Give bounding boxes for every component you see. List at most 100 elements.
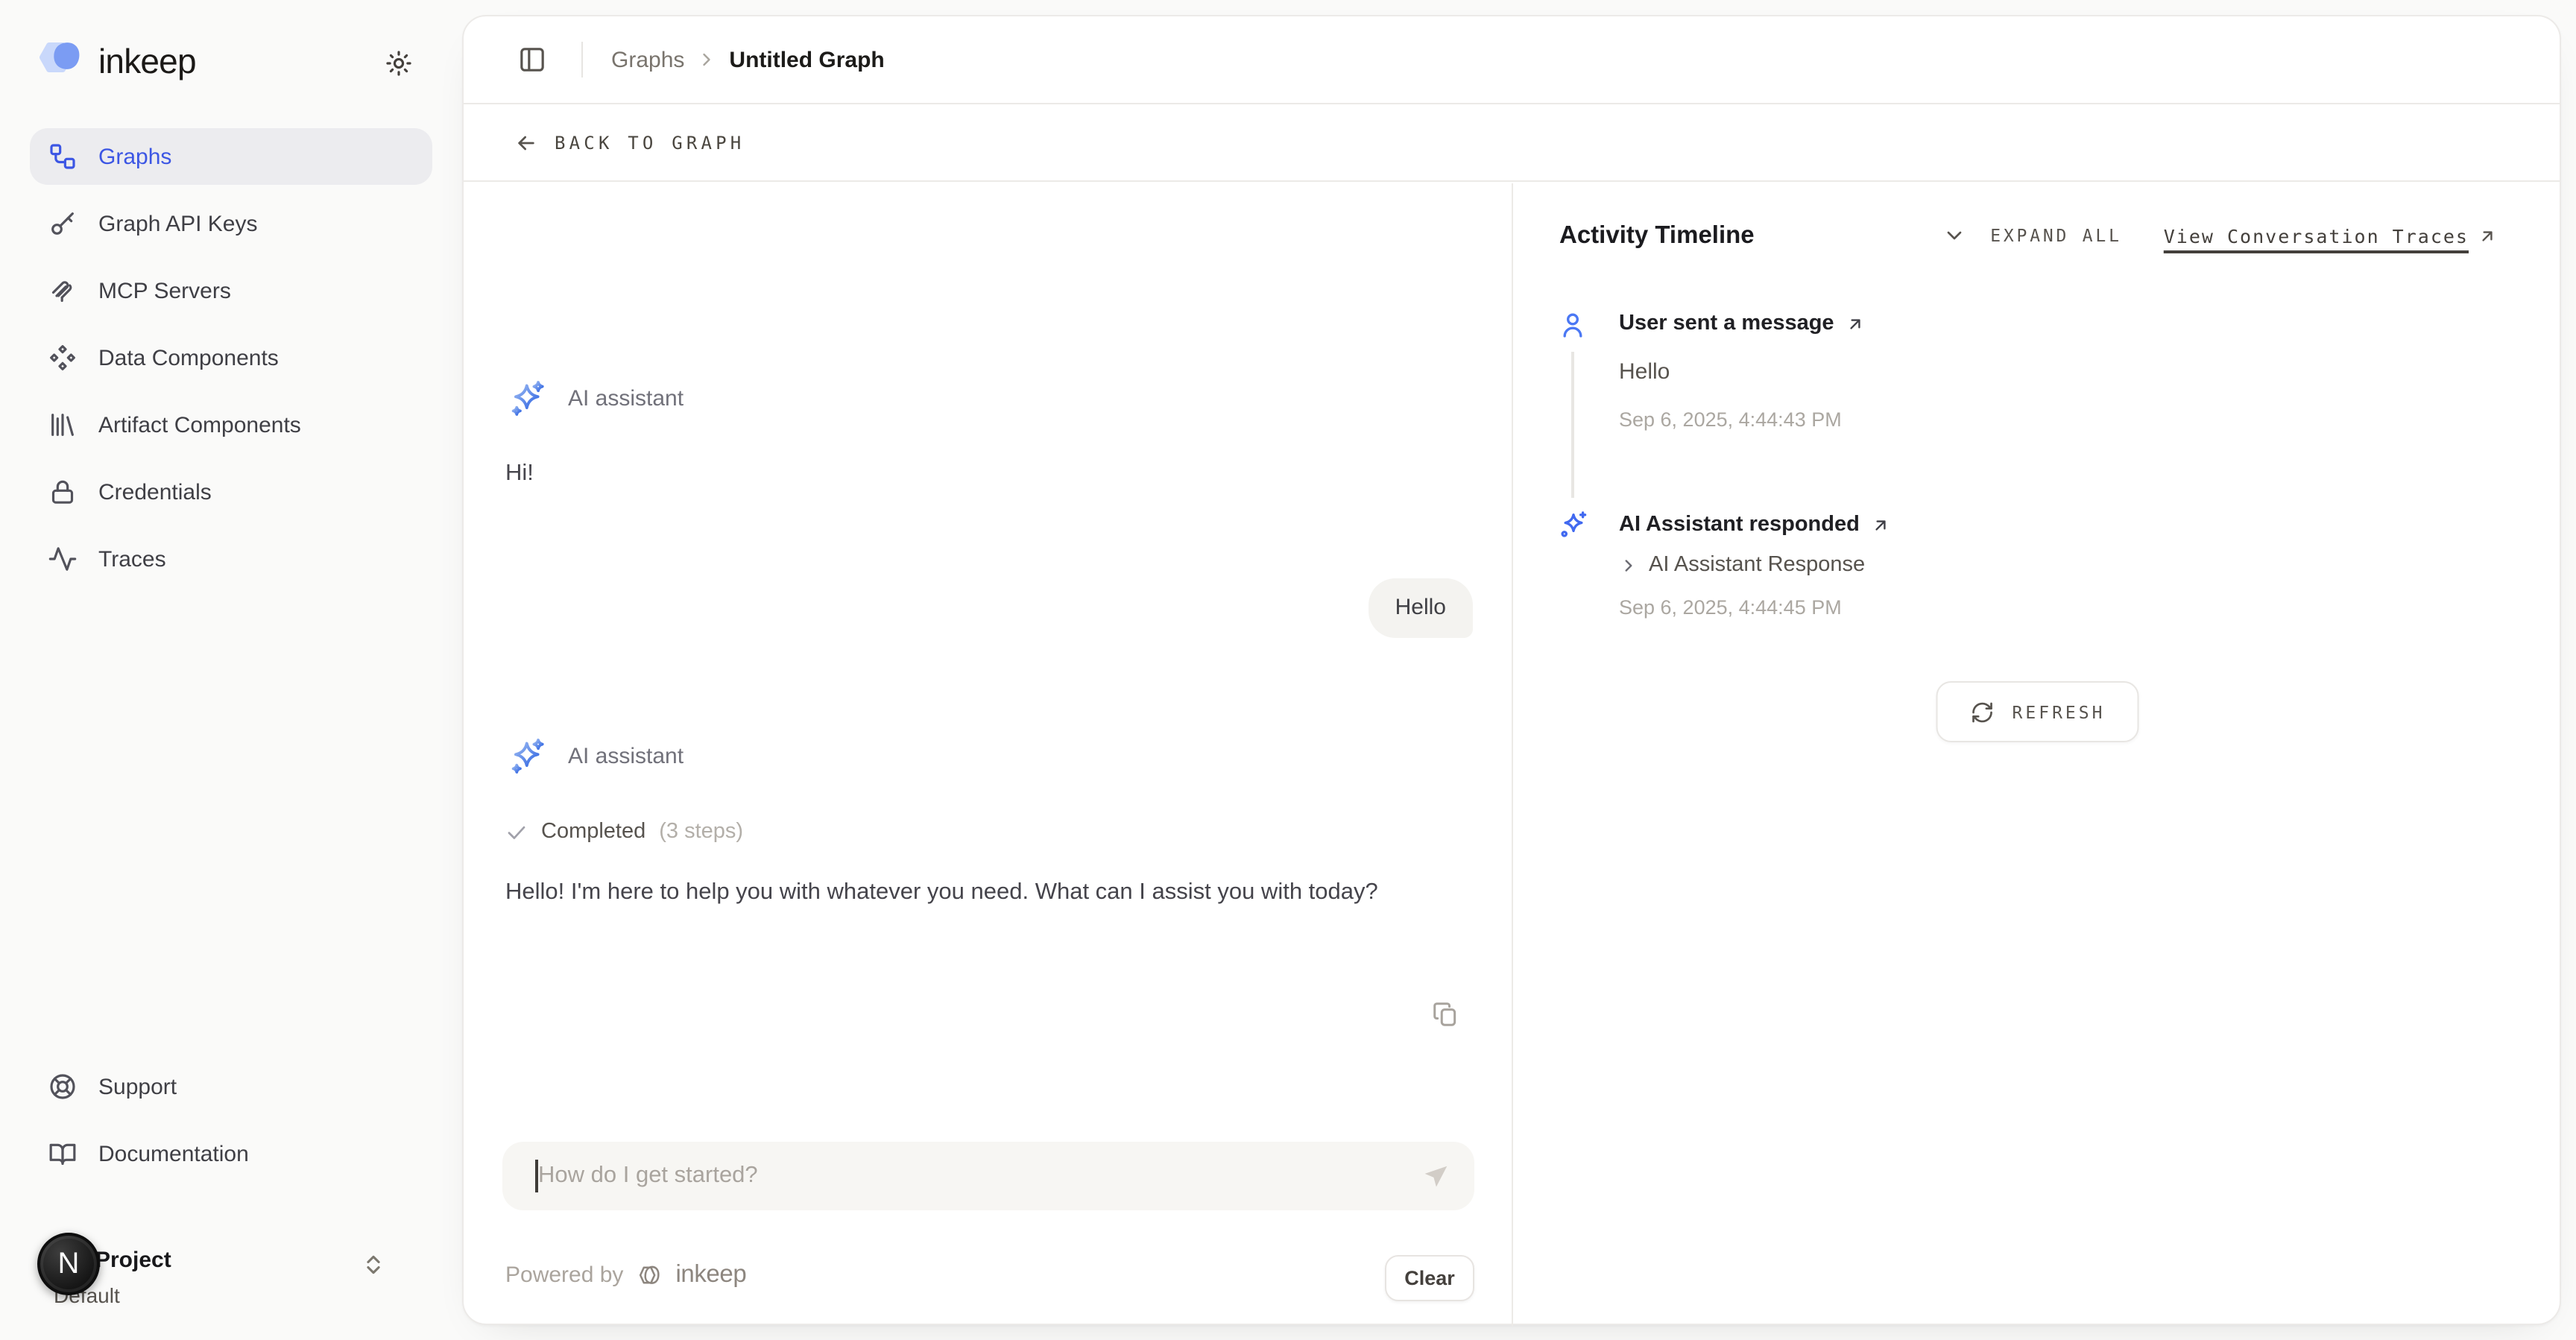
sun-icon xyxy=(384,48,412,77)
breadcrumb-header: Graphs Untitled Graph xyxy=(464,16,2560,104)
workflow-icon xyxy=(48,142,78,171)
sidebar-item-support[interactable]: Support xyxy=(30,1058,432,1115)
timeline-entry-body: Hello xyxy=(1619,359,1670,385)
user-message-bubble: Hello xyxy=(1368,578,1473,638)
inkeep-logo-text: inkeep xyxy=(98,41,196,81)
content-columns: AI assistant Hi! Hello xyxy=(464,183,2560,1327)
back-to-graph-button[interactable]: BACK TO GRAPH xyxy=(514,131,745,155)
chat-input[interactable] xyxy=(502,1142,1474,1210)
panel-left-icon xyxy=(517,45,547,75)
timeline-entry-timestamp: Sep 6, 2025, 4:44:43 PM xyxy=(1619,408,1842,431)
sidebar-item-label: Traces xyxy=(98,546,166,572)
activity-timeline-panel: Activity Timeline EXPAND ALL View Conver… xyxy=(1513,183,2563,1327)
sidebar-item-label: Graphs xyxy=(98,144,171,169)
component-icon xyxy=(48,343,78,373)
sidebar-item-traces[interactable]: Traces xyxy=(30,531,432,587)
sidebar: inkeep Graphs xyxy=(0,0,462,1340)
powered-by-brand: inkeep xyxy=(675,1261,746,1289)
clear-button[interactable]: Clear xyxy=(1385,1255,1474,1301)
sidebar-item-documentation[interactable]: Documentation xyxy=(30,1125,432,1182)
sidebar-footer: Support Documentation xyxy=(30,1058,432,1192)
sidebar-nav: Graphs Graph API Keys xyxy=(30,128,432,598)
book-open-icon xyxy=(48,1139,78,1169)
timeline-title: Activity Timeline xyxy=(1559,222,1755,250)
arrow-up-right-icon xyxy=(1846,314,1866,333)
project-label: Project xyxy=(95,1248,171,1273)
assistant-label: AI assistant xyxy=(568,386,684,411)
sparkles-avatar-icon xyxy=(508,379,549,419)
collapse-toggle-button[interactable] xyxy=(1942,224,1966,247)
assistant-message-header: AI assistant xyxy=(508,379,684,419)
expand-all-button[interactable]: EXPAND ALL xyxy=(1990,225,2122,246)
inkeep-mark-icon xyxy=(635,1261,663,1289)
completion-status[interactable]: Completed (3 steps) xyxy=(505,820,743,844)
lock-icon xyxy=(48,477,78,507)
refresh-label: REFRESH xyxy=(2012,701,2106,722)
sidebar-item-label: Artifact Components xyxy=(98,412,301,437)
expander-label: AI Assistant Response xyxy=(1649,553,1865,577)
project-switcher[interactable]: Default Project N xyxy=(0,1219,462,1312)
text-caret xyxy=(535,1160,537,1192)
sidebar-item-label: Graph API Keys xyxy=(98,211,257,236)
timeline-entry-title[interactable]: AI Assistant responded xyxy=(1619,513,1891,537)
inkeep-logo[interactable]: inkeep xyxy=(37,39,196,83)
sidebar-item-artifact-components[interactable]: Artifact Components xyxy=(30,396,432,453)
check-icon xyxy=(505,821,528,843)
arrow-up-right-icon xyxy=(1872,515,1891,534)
copy-button[interactable] xyxy=(1427,996,1462,1031)
sidebar-item-label: Documentation xyxy=(98,1141,249,1166)
sidebar-item-label: MCP Servers xyxy=(98,278,231,303)
refresh-button[interactable]: REFRESH xyxy=(1936,681,2140,742)
breadcrumb-current: Untitled Graph xyxy=(729,47,884,72)
assistant-message: Hello! I'm here to help you with whateve… xyxy=(505,872,1482,912)
refresh-icon xyxy=(1971,700,1995,724)
timeline-entry-title[interactable]: User sent a message xyxy=(1619,312,1866,335)
sidebar-toggle-button[interactable] xyxy=(511,39,553,80)
library-icon xyxy=(48,410,78,440)
theme-toggle-button[interactable] xyxy=(376,40,420,85)
back-toolbar: BACK TO GRAPH xyxy=(464,106,2560,182)
user-icon xyxy=(1558,310,1588,340)
sidebar-item-graphs[interactable]: Graphs xyxy=(30,128,432,185)
life-buoy-icon xyxy=(48,1072,78,1102)
assistant-message: Hi! xyxy=(505,461,534,487)
chat-panel: AI assistant Hi! Hello xyxy=(464,183,1513,1327)
sidebar-item-graph-api-keys[interactable]: Graph API Keys xyxy=(30,195,432,252)
copy-icon xyxy=(1430,999,1459,1028)
timeline-entry-timestamp: Sep 6, 2025, 4:44:45 PM xyxy=(1619,596,1842,619)
chevron-right-icon xyxy=(1619,555,1638,575)
chat-input-container xyxy=(502,1142,1474,1210)
inkeep-logo-mark-icon xyxy=(37,39,85,83)
header-divider xyxy=(581,42,583,78)
chevron-down-icon xyxy=(1942,224,1966,247)
chevron-right-icon xyxy=(696,49,717,70)
breadcrumb-graphs[interactable]: Graphs xyxy=(611,47,684,72)
key-icon xyxy=(48,209,78,238)
assistant-message-header: AI assistant xyxy=(508,736,684,777)
send-button[interactable] xyxy=(1418,1160,1453,1195)
sparkles-avatar-icon xyxy=(508,736,549,777)
sparkles-icon xyxy=(1558,510,1589,541)
view-traces-label: View Conversation Traces xyxy=(2164,224,2469,247)
sidebar-item-mcp-servers[interactable]: MCP Servers xyxy=(30,262,432,319)
sidebar-item-data-components[interactable]: Data Components xyxy=(30,329,432,386)
view-conversation-traces-link[interactable]: View Conversation Traces xyxy=(2164,224,2497,247)
status-steps: (3 steps) xyxy=(659,820,743,844)
sidebar-item-label: Support xyxy=(98,1074,177,1099)
sidebar-item-label: Data Components xyxy=(98,345,279,370)
arrow-up-right-icon xyxy=(2478,226,2497,245)
powered-by-label: Powered by xyxy=(505,1262,623,1288)
assistant-response-expander[interactable]: AI Assistant Response xyxy=(1619,553,1865,577)
nextjs-dev-badge[interactable]: N xyxy=(37,1233,100,1295)
sidebar-item-credentials[interactable]: Credentials xyxy=(30,464,432,520)
avatar-letter: N xyxy=(58,1247,80,1281)
powered-by[interactable]: Powered by inkeep xyxy=(505,1261,746,1289)
status-label: Completed xyxy=(541,820,645,844)
arrow-left-icon xyxy=(514,131,538,155)
breadcrumb: Graphs Untitled Graph xyxy=(611,47,885,72)
sidebar-item-label: Credentials xyxy=(98,479,212,505)
send-icon xyxy=(1418,1160,1453,1195)
main-panel: Graphs Untitled Graph BACK TO GRAPH xyxy=(462,15,2561,1325)
back-to-graph-label: BACK TO GRAPH xyxy=(555,133,745,154)
entry-title-text: User sent a message xyxy=(1619,312,1834,335)
